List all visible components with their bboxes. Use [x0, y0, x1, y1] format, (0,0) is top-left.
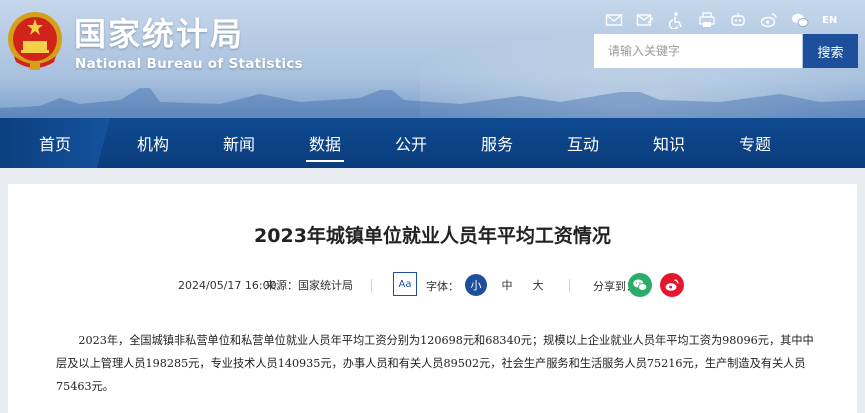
font-size-small[interactable]: 小	[465, 274, 487, 296]
font-size-medium[interactable]: 中	[496, 274, 518, 296]
article-panel: 2023年城镇单位就业人员年平均工资情况 2024/05/17 16:00 来源…	[8, 184, 857, 413]
wechat-icon[interactable]	[790, 10, 810, 30]
search-button[interactable]: 搜索	[803, 34, 858, 68]
article-title: 2023年城镇单位就业人员年平均工资情况	[254, 225, 611, 247]
reader-mode-button[interactable]: Aa	[393, 272, 417, 296]
nav-item-organization[interactable]: 机构	[110, 118, 196, 168]
font-size-label: 字体：	[426, 280, 459, 293]
robot-assistant-icon[interactable]	[728, 10, 748, 30]
share-wechat-icon[interactable]	[628, 273, 652, 297]
weibo-icon[interactable]	[759, 10, 779, 30]
article-source: 来源：国家统计局	[265, 279, 353, 292]
publish-date: 2024/05/17 16:00	[178, 278, 277, 292]
site-title-en[interactable]: National Bureau of Statistics	[75, 56, 303, 72]
search-input[interactable]	[594, 34, 802, 68]
nav-item-interaction[interactable]: 互动	[540, 118, 626, 168]
accessibility-icon[interactable]	[666, 10, 686, 30]
share-weibo-icon[interactable]	[660, 273, 684, 297]
nav-item-topics[interactable]: 专题	[712, 118, 798, 168]
nav-item-news[interactable]: 新闻	[196, 118, 282, 168]
main-nav: 首页 机构 新闻 数据 公开 服务 互动 知识 专题	[0, 118, 865, 168]
skyline-decoration	[0, 88, 865, 120]
nav-item-knowledge[interactable]: 知识	[626, 118, 712, 168]
meta-divider	[569, 279, 570, 293]
nav-item-data[interactable]: 数据	[282, 118, 368, 168]
meta-divider	[371, 279, 372, 293]
mail-icon[interactable]	[604, 10, 624, 30]
print-icon[interactable]	[697, 10, 717, 30]
header-toolbar: EN	[604, 10, 837, 30]
nav-item-public[interactable]: 公开	[368, 118, 454, 168]
font-size-large[interactable]: 大	[527, 274, 549, 296]
national-emblem-icon	[8, 12, 62, 70]
article-body: 2023年，全国城镇非私营单位和私营单位就业人员年平均工资分别为120698元和…	[56, 334, 814, 393]
english-version-link[interactable]: EN	[822, 15, 837, 26]
site-title-cn[interactable]: 国家统计局	[74, 14, 244, 54]
nav-item-home[interactable]: 首页	[0, 118, 110, 168]
mail-edit-icon[interactable]	[635, 10, 655, 30]
nav-item-service[interactable]: 服务	[454, 118, 540, 168]
